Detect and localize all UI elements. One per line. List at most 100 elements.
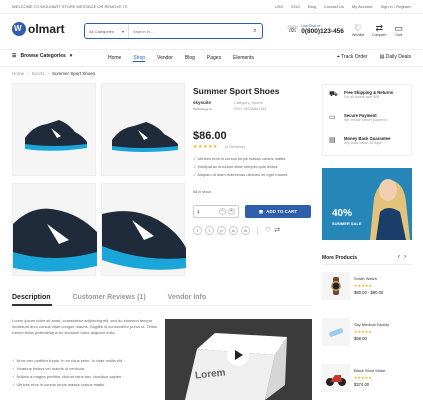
search-input[interactable]	[129, 24, 248, 38]
product-name[interactable]: Smart Watch	[354, 276, 383, 281]
browse-categories-button[interactable]: ☰ Browse Categories ▾	[12, 53, 72, 59]
phone-number[interactable]: 0(800)123-456	[301, 28, 344, 35]
category-value[interactable]: Sports	[252, 101, 263, 105]
shoe-image	[13, 208, 97, 272]
contact-link[interactable]: Contact Us	[324, 4, 344, 9]
language-select[interactable]: ENG	[291, 4, 300, 9]
search-category-select[interactable]: All Categories ▾	[85, 24, 129, 38]
compare-icon[interactable]: ⇄	[274, 226, 280, 235]
nav-home[interactable]: Home	[108, 55, 121, 62]
tab-description[interactable]: Description	[12, 294, 51, 301]
decrease-button[interactable]: −	[219, 208, 226, 215]
list-item[interactable]: Smart Watch ★★★★★ $80.00 - $90.00	[322, 272, 412, 308]
more-products-title: More Products	[322, 255, 358, 261]
chevron-down-icon: ▾	[121, 29, 124, 34]
increase-button[interactable]: +	[228, 208, 235, 215]
product-price: $374.00	[354, 382, 370, 387]
motorbike-icon	[326, 375, 346, 386]
top-bar: WELCOME TO WOLMART STORE MESSAGE OR REMO…	[0, 0, 423, 14]
search-category-label: All Categories	[89, 29, 114, 34]
description-bullets: Nunc nec porttitor turpis. In eu risus e…	[12, 357, 123, 389]
description-bullet: Vivamus finibus vel mauris ut vehicula.	[12, 365, 123, 373]
product-stars: ★★★★★	[354, 329, 372, 334]
breadcrumb: Home › Sports › Summer Sport Shoes	[12, 71, 95, 76]
search-icon[interactable]: ⌕	[248, 28, 262, 35]
signin-link[interactable]: Sign in / Register	[381, 4, 411, 9]
wishlist-label: Wishlist	[352, 33, 365, 37]
menu-icon: ☰	[12, 53, 17, 59]
nav-vendor[interactable]: Vendor	[157, 55, 173, 62]
crumb-sports[interactable]: Sports	[32, 71, 45, 76]
product-name[interactable]: Black Stunt Motor	[354, 368, 386, 373]
quantity-value[interactable]: 1	[197, 209, 200, 214]
crumb-sep: ›	[47, 71, 50, 76]
crumb-home[interactable]: Home	[12, 71, 24, 76]
product-name[interactable]: Sky Medical Facility	[354, 322, 389, 327]
product-price: $58.00	[354, 336, 367, 341]
gallery-image-1[interactable]	[12, 83, 96, 176]
share-links: f t p w in ♡ ⇄	[193, 226, 280, 235]
product-meta: Category: Sports SKU: MS46891344	[234, 100, 267, 112]
description-bullet: Ultrices eros in cursus turpis massa cur…	[12, 381, 123, 389]
gallery-image-2[interactable]	[101, 83, 185, 176]
compare-label: Compare	[372, 33, 387, 37]
whatsapp-icon[interactable]: w	[229, 226, 238, 235]
tab-vendor[interactable]: Vendor Info	[168, 294, 207, 301]
shoe-image	[25, 120, 87, 151]
more-products-arrows: ‹ ›	[398, 254, 406, 260]
sku-value: MS46891344	[243, 107, 267, 111]
list-item[interactable]: Black Stunt Motor ★★★★★ $374.00	[322, 364, 412, 400]
track-order-link[interactable]: ⌖ Track Order	[337, 54, 368, 60]
gallery-image-4[interactable]	[101, 183, 186, 276]
nav-elements[interactable]: Elements	[233, 55, 254, 62]
brand-logo[interactable]: skysuite Technology co	[193, 100, 227, 114]
twitter-icon[interactable]: t	[205, 226, 214, 235]
chevron-right-icon[interactable]: ›	[404, 254, 406, 260]
nav-shop[interactable]: Shop	[133, 55, 146, 62]
blog-link[interactable]: Blog	[308, 4, 316, 9]
nav-blog[interactable]: Blog	[185, 55, 195, 62]
browse-label: Browse Categories	[20, 53, 66, 59]
product-video[interactable]: Lorem	[165, 319, 312, 400]
tab-reviews[interactable]: Customer Reviews (1)	[73, 294, 146, 301]
wishlist-heart-icon[interactable]: ♡	[265, 226, 271, 235]
cart-label: Cart	[395, 33, 403, 37]
compare-button[interactable]: ⇄ Compare	[372, 23, 386, 37]
logo[interactable]: olmart	[12, 22, 65, 36]
product-title: Summer Sport Shoes	[193, 86, 280, 96]
wishlist-button[interactable]: ♡ Wishlist	[352, 23, 364, 37]
currency-select[interactable]: USD	[275, 4, 283, 9]
bag-icon: ▣	[258, 208, 264, 214]
promo-banner[interactable]: 40% SUMMER SALE	[322, 168, 412, 240]
rating-stars: ★★★★★	[193, 144, 218, 150]
reviews-link[interactable]: (3 Reviews)	[225, 145, 245, 149]
cart-icon: ▭	[394, 23, 403, 33]
product-thumb	[322, 272, 350, 300]
service-payment: ▭ Secure Payment We ensure secure payment	[329, 113, 387, 123]
linkedin-icon[interactable]: in	[241, 226, 250, 235]
service-sub: We ensure secure payment	[344, 118, 387, 122]
highlight-item: Aliquam id diam maecenas ultricies mi eg…	[193, 171, 288, 179]
cart-button[interactable]: ▭ Cart	[394, 23, 403, 37]
nav-pages[interactable]: Pages	[207, 55, 221, 62]
chevron-down-icon: ▾	[69, 53, 73, 59]
gallery-image-3[interactable]	[12, 183, 97, 276]
play-button[interactable]	[227, 344, 249, 366]
divider	[322, 264, 412, 265]
category-label: Category:	[234, 101, 251, 105]
chevron-left-icon[interactable]: ‹	[398, 254, 400, 260]
list-item[interactable]: Sky Medical Facility ★★★★★ $58.00	[322, 318, 412, 354]
services-box: ⛟ Free Shipping & Returns For all orders …	[322, 84, 412, 156]
pinterest-icon[interactable]: p	[217, 226, 226, 235]
highlight-item: Ultrices eros in cursus turpis massa cur…	[193, 155, 288, 163]
add-to-cart-label: ADD TO CART	[266, 209, 298, 214]
main-nav: ☰ Browse Categories ▾ Home Shop Vendor B…	[0, 49, 423, 67]
description-bullet: Nullam a magna porttitor, dictum risus n…	[12, 373, 123, 381]
add-to-cart-button[interactable]: ▣ ADD TO CART	[245, 205, 311, 218]
banner-sale: SUMMER SALE	[332, 221, 362, 226]
account-link[interactable]: My Account	[352, 4, 373, 9]
phone-icon: ☏	[287, 24, 299, 34]
facebook-icon[interactable]: f	[193, 226, 202, 235]
daily-deals-link[interactable]: ▤ Daily Deals	[380, 54, 411, 60]
highlight-item: Volutpat ac tincidunt vitae semper quis …	[193, 163, 288, 171]
